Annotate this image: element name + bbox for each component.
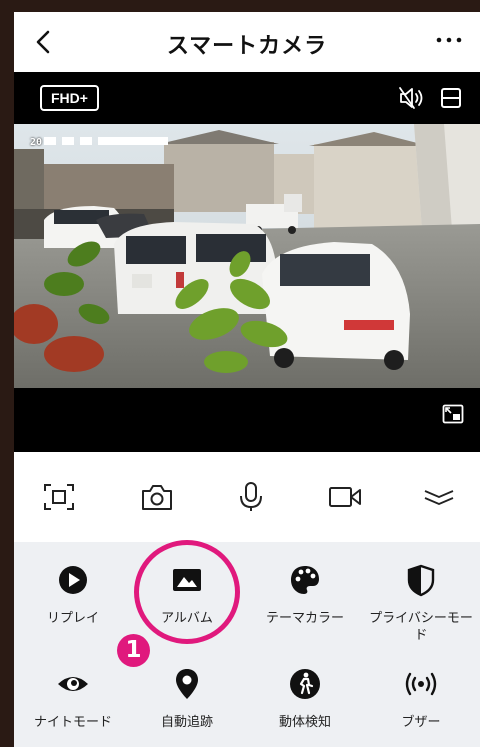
- microphone-icon[interactable]: [234, 482, 268, 512]
- video-record-icon[interactable]: [328, 482, 362, 512]
- theme-color-label: テーマカラー: [265, 611, 344, 626]
- theme-color-button[interactable]: テーマカラー: [250, 562, 360, 627]
- title-bar: スマートカメラ: [14, 12, 480, 72]
- video-top-bar: FHD+: [14, 72, 480, 124]
- palette-icon: [291, 566, 319, 594]
- picture-in-picture-icon[interactable]: [442, 404, 464, 424]
- walking-person-icon: [290, 669, 320, 699]
- speaker-mute-icon[interactable]: [398, 86, 424, 110]
- camera-feed-image: [14, 124, 480, 388]
- auto-tracking-button[interactable]: 自動追跡: [132, 666, 242, 731]
- screenshot-icon[interactable]: [42, 482, 76, 512]
- location-pin-icon: [176, 669, 198, 699]
- replay-button[interactable]: リプレイ: [18, 562, 128, 627]
- night-mode-button[interactable]: ナイトモード: [18, 666, 128, 731]
- auto-tracking-label: 自動追跡: [160, 715, 213, 730]
- control-toolbar: [14, 452, 480, 542]
- privacy-mode-label: プライバシーモード: [369, 611, 473, 643]
- timestamp-overlay: 20: [30, 137, 43, 148]
- eye-icon: [58, 677, 88, 691]
- night-mode-label: ナイトモード: [33, 715, 112, 730]
- app-screen: スマートカメラ FHD+ 20 リプレイ アルバム テーマカラー プライバシーモ…: [14, 12, 480, 747]
- video-bottom-bar: [14, 388, 480, 452]
- motion-detection-button[interactable]: 動体検知: [250, 666, 360, 731]
- motion-detection-label: 動体検知: [278, 715, 331, 730]
- play-circle-icon: [59, 566, 87, 594]
- page-title: スマートカメラ: [166, 34, 328, 59]
- camera-icon[interactable]: [140, 482, 174, 512]
- album-highlight-circle: [134, 540, 240, 644]
- buzzer-label: ブザー: [401, 715, 441, 730]
- replay-label: リプレイ: [46, 611, 99, 626]
- camera-live-view[interactable]: 20: [14, 124, 480, 388]
- privacy-mode-button[interactable]: プライバシーモード: [366, 562, 476, 644]
- buzzer-button[interactable]: ブザー: [366, 666, 476, 731]
- privacy-shield-icon: [407, 564, 435, 597]
- quality-button[interactable]: FHD+: [40, 85, 99, 111]
- step-number-badge: 1: [117, 634, 150, 667]
- collapse-icon[interactable]: [422, 482, 456, 512]
- broadcast-signal-icon: [405, 672, 437, 696]
- layout-toggle-icon[interactable]: [440, 86, 462, 110]
- more-options-icon[interactable]: [434, 30, 464, 50]
- feature-panel: リプレイ アルバム テーマカラー プライバシーモード ナイトモード 自動追跡 動…: [14, 542, 480, 747]
